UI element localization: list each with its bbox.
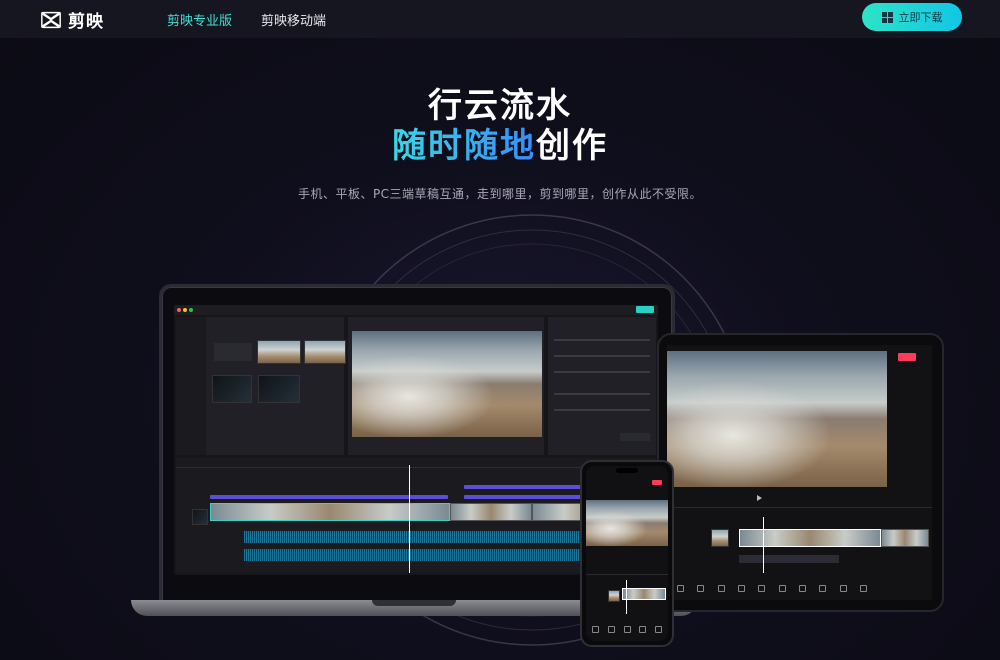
video-preview-image [352,331,542,437]
download-button[interactable]: 立即下载 [862,3,962,31]
hero-subtitle: 手机、平板、PC三端草稿互通，走到哪里，剪到哪里，创作从此不受限。 [297,187,703,201]
hero-title-highlight: 随时随地 [392,126,536,166]
top-nav: 剪映 剪映专业版 剪映移动端 立即下载 [0,0,1000,38]
brand-logo[interactable]: 剪映 [40,7,104,32]
phone-editor-screenshot [586,466,668,641]
nav-item-pro[interactable]: 剪映专业版 [167,10,232,29]
download-button-label: 立即下载 [898,11,943,24]
tablet-video-preview [667,351,887,487]
capcut-logo-icon [41,11,61,28]
tablet-editor-screenshot [667,345,932,600]
phone-video-preview [586,500,668,546]
phone-device-image [580,460,674,647]
hero-title-line2: 随时随地创作 [0,118,1000,167]
brand-name: 剪映 [68,12,104,32]
editor-titlebar [174,305,658,315]
hero-title-rest: 创作 [536,126,608,166]
nav-item-mobile[interactable]: 剪映移动端 [261,10,326,29]
windows-icon [881,11,893,23]
tablet-device-image [657,333,944,612]
